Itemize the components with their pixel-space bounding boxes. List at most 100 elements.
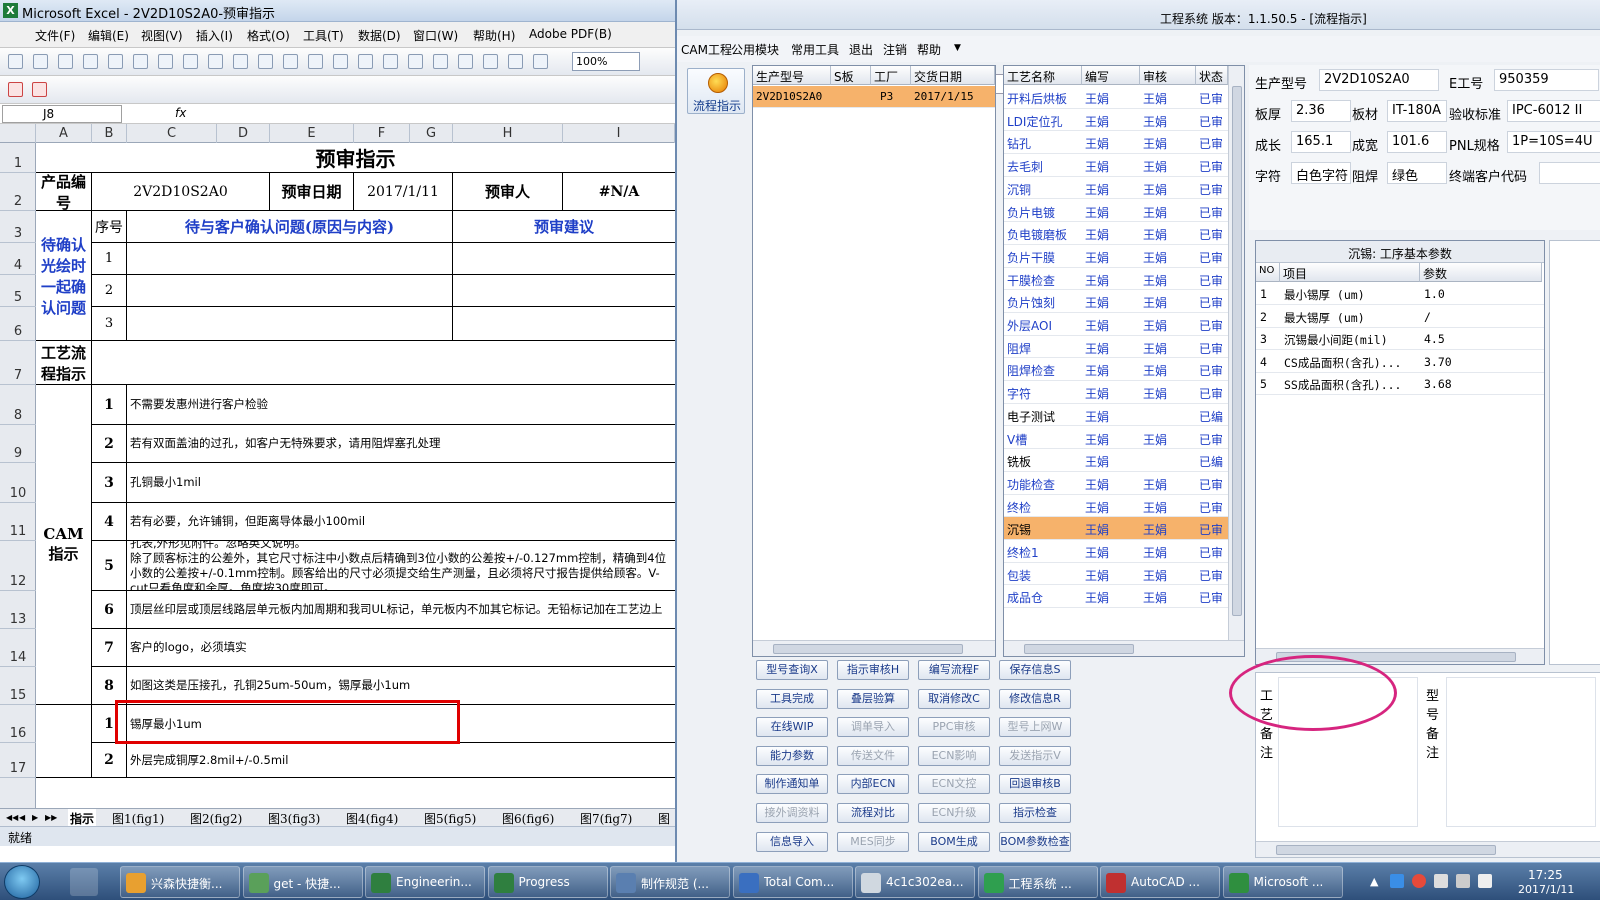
toolbar-icon[interactable] — [433, 54, 448, 69]
eng-menu-1[interactable]: 公用模块 — [731, 41, 779, 58]
row-header-2[interactable]: 2 — [0, 173, 36, 211]
action-button[interactable]: 工具完成 — [756, 688, 828, 709]
col-header-H[interactable]: H — [453, 124, 563, 143]
volume-icon[interactable] — [1478, 874, 1492, 888]
row-header-15[interactable]: 15 — [0, 667, 36, 705]
process-row[interactable]: 负电镀磨板 王娟 王娟 已审 — [1004, 222, 1228, 245]
row-header-6[interactable]: 6 — [0, 307, 36, 341]
row-header-12[interactable]: 12 — [0, 541, 36, 591]
process-row[interactable]: LDI定位孔 王娟 王娟 已审 — [1004, 109, 1228, 132]
excel-menu-3[interactable]: 插入(I) — [196, 27, 233, 44]
process-vscroll[interactable] — [1228, 66, 1244, 641]
process-row[interactable]: 字符 王娟 王娟 已审 — [1004, 381, 1228, 404]
toolbar-icon[interactable] — [383, 54, 398, 69]
orders-header-3[interactable]: 交货日期 — [911, 66, 995, 85]
param-row[interactable]: 5 SS成品面积(含孔)... 3.68 — [1256, 373, 1544, 395]
excel-menu-1[interactable]: 编辑(E) — [88, 27, 129, 44]
excel-menu-2[interactable]: 视图(V) — [141, 27, 183, 44]
params-header-2[interactable]: 参数 — [1420, 263, 1542, 282]
action-button[interactable]: 指示审核H — [837, 660, 909, 680]
action-button[interactable]: 流程对比 — [837, 803, 909, 823]
sheet-tab-4[interactable]: 图4(fig4) — [344, 809, 400, 826]
param-row[interactable]: 1 最小锡厚 (um) 1.0 — [1256, 283, 1544, 305]
fx-icon[interactable]: fx — [175, 106, 186, 120]
clock-time[interactable]: 17:25 — [1528, 868, 1563, 882]
process-row[interactable]: 成品仓 王娟 王娟 已审 — [1004, 585, 1228, 609]
param-row[interactable]: 4 CS成品面积(含孔)... 3.70 — [1256, 351, 1544, 373]
info-value[interactable]: IPC-6012 II — [1507, 100, 1600, 122]
eng-menu-4[interactable]: 注销 — [883, 41, 907, 58]
taskbar-task-0[interactable]: 兴森快捷衡... — [120, 866, 240, 898]
process-hscroll[interactable] — [1004, 640, 1244, 656]
toolbar-icon[interactable] — [458, 54, 473, 69]
action-button[interactable]: 叠层验算 — [837, 688, 909, 709]
row-header-7[interactable]: 7 — [0, 341, 36, 385]
row-header-17[interactable]: 17 — [0, 743, 36, 778]
action-button[interactable]: 型号查询X — [756, 660, 828, 680]
info-value[interactable] — [1539, 162, 1600, 184]
sheet-tab-6[interactable]: 图6(fig6) — [500, 809, 556, 826]
excel-menu-9[interactable]: Adobe PDF(B) — [529, 27, 612, 41]
flow-instruction-button[interactable]: 流程指示 — [687, 68, 745, 114]
info-value[interactable]: 1P=10S=4U — [1507, 131, 1600, 153]
info-value[interactable]: 101.6 — [1387, 131, 1447, 153]
row-header-16[interactable]: 16 — [0, 705, 36, 743]
toolbar-icon[interactable] — [508, 54, 523, 69]
info-value[interactable]: 2.36 — [1291, 100, 1351, 122]
process-row[interactable]: 沉铜 王娟 王娟 已审 — [1004, 177, 1228, 200]
toolbar-icon[interactable] — [308, 54, 323, 69]
process-header-3[interactable]: 状态 — [1196, 66, 1228, 85]
col-header-C[interactable]: C — [127, 124, 217, 143]
taskbar-task-9[interactable]: Microsoft ... — [1222, 866, 1343, 898]
process-row[interactable]: 干膜检查 王娟 王娟 已审 — [1004, 268, 1228, 291]
toolbar-icon[interactable] — [358, 54, 373, 69]
process-row[interactable]: 阻焊检查 王娟 王娟 已审 — [1004, 358, 1228, 382]
display-icon[interactable] — [1456, 874, 1470, 888]
process-row[interactable]: 外层AOI 王娟 王娟 已审 — [1004, 313, 1228, 336]
process-row[interactable]: 负片干膜 王娟 王娟 已审 — [1004, 245, 1228, 268]
process-row[interactable]: 功能检查 王娟 王娟 已审 — [1004, 472, 1228, 495]
sheet-nav-icon[interactable]: ▶▶ — [43, 809, 59, 826]
toolbar-icon[interactable] — [108, 54, 123, 69]
action-button[interactable]: 制作通知单 — [756, 774, 828, 795]
toolbar-icon[interactable] — [183, 54, 198, 69]
action-button[interactable]: 信息导入 — [756, 831, 828, 852]
process-row[interactable]: 负片蚀刻 王娟 王娟 已审 — [1004, 290, 1228, 313]
excel-menu-7[interactable]: 窗口(W) — [413, 27, 458, 44]
eng-menu-2[interactable]: 常用工具 — [791, 41, 839, 58]
zoom-select[interactable]: 100% — [572, 52, 640, 71]
toolbar-icon[interactable] — [133, 54, 148, 69]
process-row[interactable]: 去毛刺 王娟 王娟 已审 — [1004, 154, 1228, 177]
eng-menu-0[interactable]: CAM工程 — [681, 41, 732, 58]
excel-menu-5[interactable]: 工具(T) — [303, 27, 344, 44]
excel-menu-8[interactable]: 帮助(H) — [473, 27, 515, 44]
process-row[interactable]: 终检1 王娟 王娟 已审 — [1004, 540, 1228, 563]
row-header-5[interactable]: 5 — [0, 275, 36, 307]
sheet-tab-2[interactable]: 图2(fig2) — [188, 809, 244, 826]
toolbar-icon[interactable] — [408, 54, 423, 69]
excel-menu-0[interactable]: 文件(F) — [35, 27, 75, 44]
sheet-tab-0[interactable]: 指示 — [68, 809, 97, 826]
sheet-nav-icon[interactable]: ▶ — [30, 809, 40, 826]
row-header-9[interactable]: 9 — [0, 425, 36, 463]
sheet-tab-1[interactable]: 图1(fig1) — [110, 809, 166, 826]
taskbar-task-3[interactable]: Progress — [487, 866, 608, 898]
taskbar-task-7[interactable]: 工程系统 ... — [977, 866, 1098, 898]
action-button[interactable]: 内部ECN — [837, 774, 909, 795]
col-header-D[interactable]: D — [217, 124, 270, 143]
info-value[interactable]: IT-180A — [1387, 100, 1447, 122]
row-header-14[interactable]: 14 — [0, 629, 36, 667]
info-value[interactable]: 2V2D10S2A0 — [1319, 69, 1439, 91]
sheet-tab-3[interactable]: 图3(fig3) — [266, 809, 322, 826]
info-value[interactable]: 绿色 — [1387, 162, 1447, 184]
name-box[interactable]: J8 — [2, 105, 122, 123]
action-button[interactable]: 取消修改C — [918, 688, 990, 709]
param-row[interactable]: 3 沉锡最小间距(mil) 4.5 — [1256, 328, 1544, 350]
row-header-11[interactable]: 11 — [0, 503, 36, 541]
sheet-tab-5[interactable]: 图5(fig5) — [422, 809, 478, 826]
action-button[interactable]: 修改信息R — [999, 688, 1071, 709]
process-header-1[interactable]: 编写 — [1082, 66, 1140, 85]
param-row[interactable]: 2 最大锡厚 (um) / — [1256, 306, 1544, 328]
taskbar-task-4[interactable]: 制作规范 (... — [610, 866, 730, 898]
process-header-2[interactable]: 审核 — [1140, 66, 1196, 85]
